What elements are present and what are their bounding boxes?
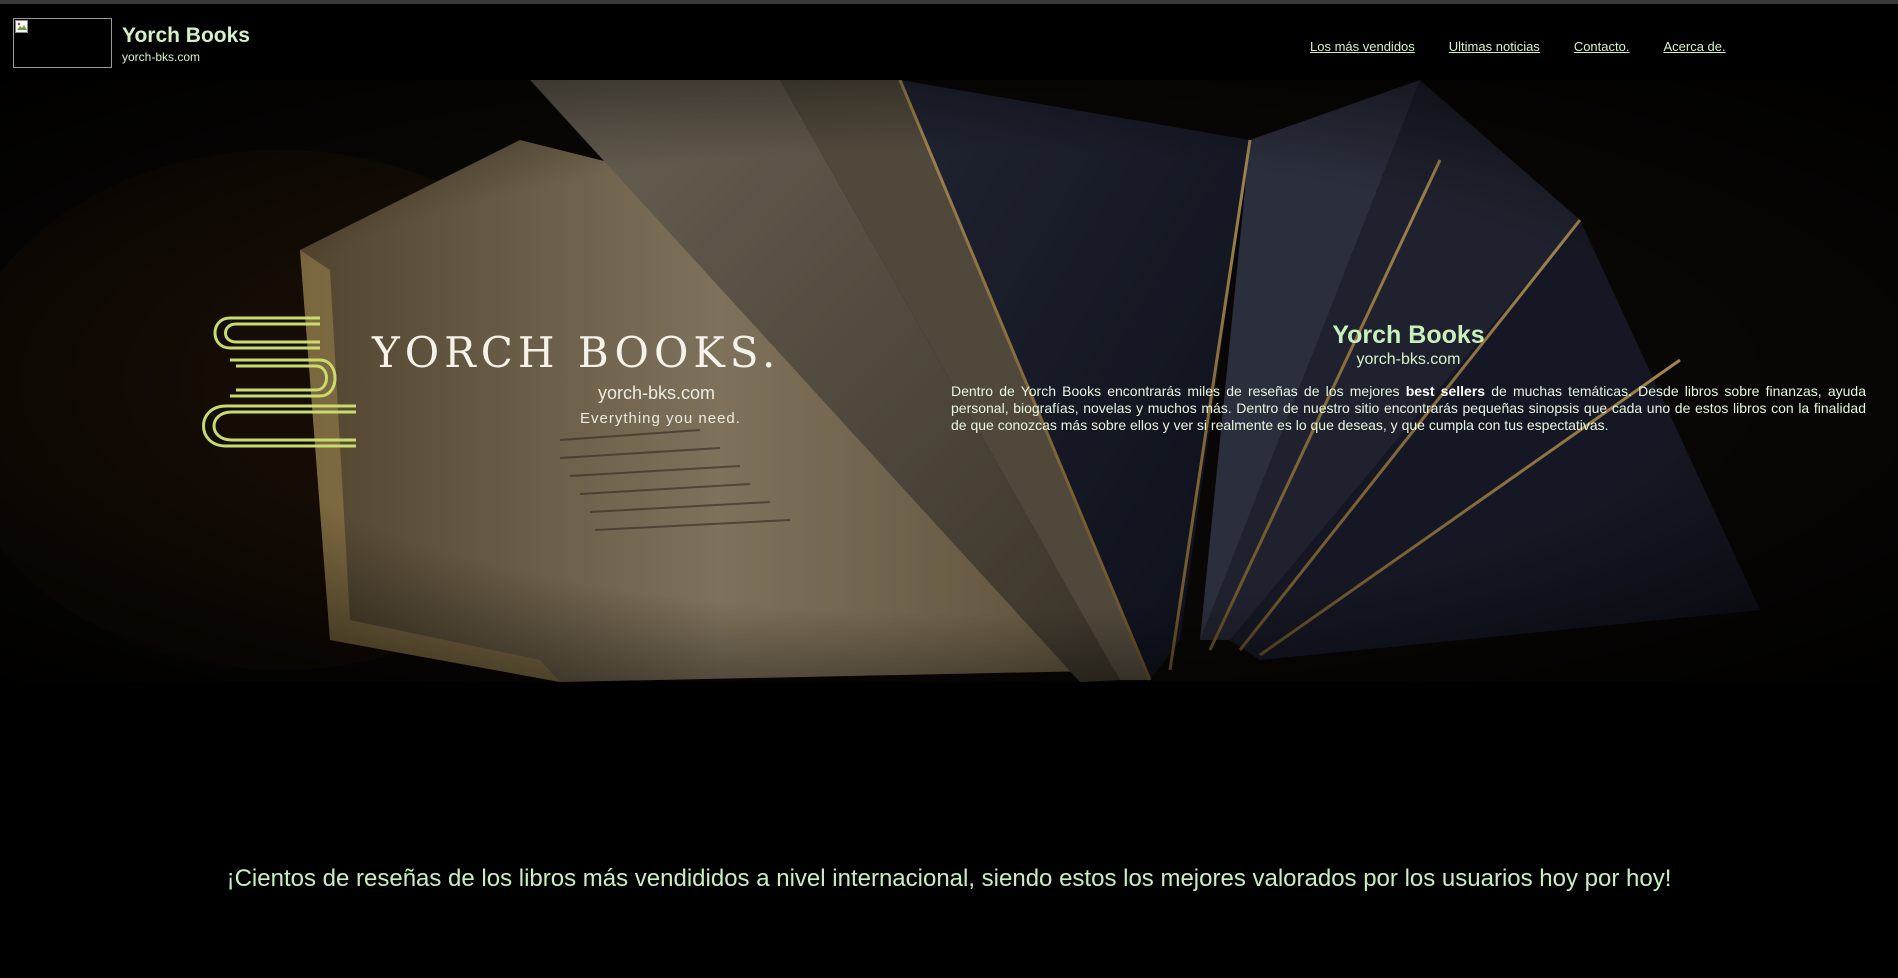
main-nav: Los más vendidos Ultimas noticias Contac… (1310, 38, 1760, 58)
hero-logo-url: yorch-bks.com (598, 383, 716, 403)
nav-link-contact[interactable]: Contacto. (1574, 38, 1630, 58)
site-header: Yorch Books yorch-bks.com Los más vendid… (0, 4, 1898, 80)
broken-image-icon (15, 20, 28, 33)
nav-link-about[interactable]: Acerca de. (1663, 38, 1725, 58)
promo-tagline: ¡Cientos de reseñas de los libros más ve… (226, 865, 1672, 892)
hero-subtitle: yorch-bks.com (1356, 351, 1461, 368)
nav-link-latest-news[interactable]: Ultimas noticias (1449, 38, 1540, 58)
site-title: Yorch Books (122, 24, 250, 47)
hero-description: Dentro de Yorch Books encontrarás miles … (951, 383, 1866, 434)
hero-logo-tagline: Everything you need. (580, 410, 741, 427)
site-url: yorch-bks.com (122, 50, 201, 64)
hero-title: Yorch Books (1332, 321, 1485, 349)
hero-info-panel: Yorch Books yorch-bks.com Dentro de Yorc… (951, 320, 1866, 434)
broken-logo-image[interactable] (13, 18, 112, 68)
nav-link-best-sellers[interactable]: Los más vendidos (1310, 38, 1415, 58)
hero-description-bold: best sellers (1405, 383, 1486, 399)
hero-banner: YORCH BOOKS. yorch-bks.com Everything yo… (0, 80, 1898, 682)
hero-description-start: Dentro de Yorch Books encontrarás miles … (951, 383, 1406, 399)
hero-logo-text: YORCH BOOKS. (372, 328, 781, 377)
